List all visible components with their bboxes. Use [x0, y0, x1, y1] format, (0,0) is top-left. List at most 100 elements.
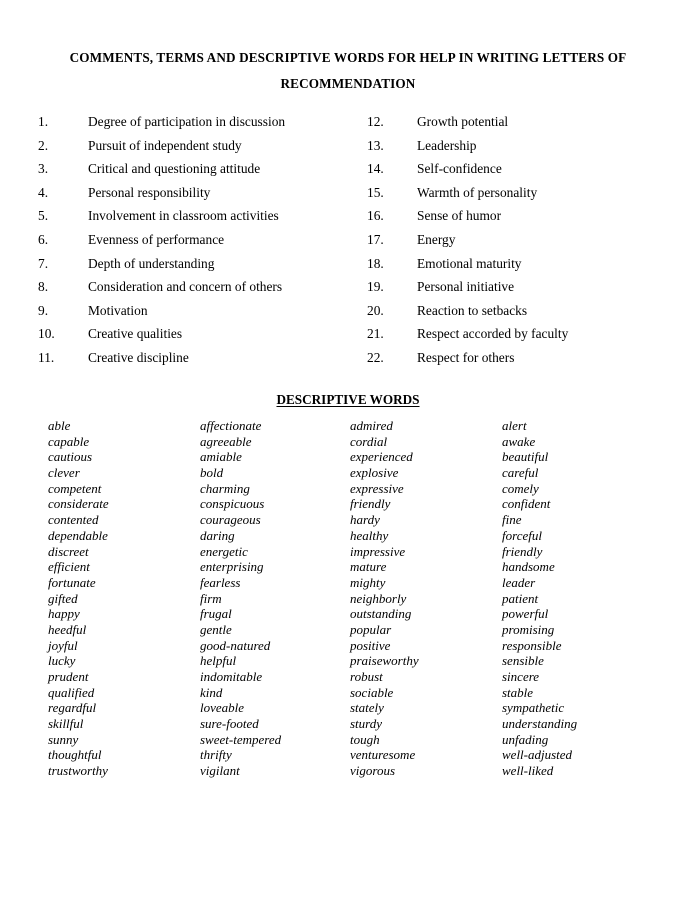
list-item-number: 13.: [367, 137, 384, 153]
list-item: 10. Creative qualities: [38, 322, 285, 346]
descriptive-word: daring: [200, 527, 235, 543]
descriptive-words-section: able capable cautious clever competent consid…: [0, 418, 696, 788]
list-item: 13. Leadership: [367, 134, 568, 158]
list-item-label: Self-confidence: [417, 161, 502, 177]
descriptive-word: dependable: [48, 527, 108, 543]
descriptive-word: experienced: [350, 449, 413, 465]
descriptive-word: praiseworthy: [350, 653, 419, 669]
descriptive-word: vigilant: [200, 763, 240, 779]
descriptive-word: capable: [48, 433, 90, 449]
descriptive-word: promising: [502, 621, 555, 637]
list-item-number: 19.: [367, 279, 384, 295]
descriptive-words-column-4: alert awake beautiful careful comely confiden…: [502, 418, 577, 779]
list-item-number: 20.: [367, 302, 384, 318]
descriptive-word: affectionate: [200, 418, 262, 433]
list-item: 9. Motivation: [38, 299, 285, 323]
list-item-label: Depth of understanding: [88, 255, 215, 271]
descriptive-word: understanding: [502, 716, 578, 732]
descriptive-word: happy: [48, 606, 80, 622]
list-item: 1. Degree of participation in discussion: [38, 110, 285, 134]
descriptive-word: sociable: [350, 684, 394, 700]
descriptive-word: sturdy: [350, 716, 383, 732]
descriptive-word: agreeable: [200, 433, 252, 449]
descriptive-word: kind: [200, 684, 223, 700]
descriptive-word: loveable: [200, 700, 245, 716]
list-item: 5. Involvement in classroom activities: [38, 204, 285, 228]
descriptive-word: sweet-tempered: [200, 731, 282, 747]
descriptive-word: impressive: [350, 543, 406, 559]
descriptive-word: handsome: [502, 559, 555, 575]
descriptive-word: efficient: [48, 559, 90, 575]
list-item-label: Respect accorded by faculty: [417, 326, 569, 342]
descriptive-word: heedful: [48, 621, 87, 637]
descriptive-word: forceful: [502, 527, 542, 543]
descriptive-word: qualified: [48, 684, 95, 700]
list-item-label: Emotional maturity: [417, 255, 522, 271]
descriptive-word: sunny: [48, 731, 79, 747]
list-item: 22. Respect for others: [367, 346, 568, 370]
descriptive-words-column-1: able capable cautious clever competent consid…: [48, 418, 109, 779]
page-title-line-2: RECOMMENDATION: [280, 75, 416, 91]
list-item-number: 5.: [38, 208, 49, 224]
list-item: 2. Pursuit of independent study: [38, 134, 285, 158]
descriptive-word: sincere: [502, 669, 540, 684]
list-item-label: Consideration and concern of others: [88, 279, 283, 295]
list-item: 19. Personal initiative: [367, 275, 568, 299]
list-item-label: Creative discipline: [88, 349, 189, 365]
descriptive-word: amiable: [200, 449, 242, 465]
descriptive-word: sensible: [502, 653, 544, 669]
descriptive-word: robust: [350, 669, 383, 684]
list-item: 15. Warmth of personality: [367, 181, 568, 205]
descriptive-word: discreet: [48, 543, 89, 559]
list-item-number: 15.: [367, 184, 384, 200]
descriptive-word: awake: [502, 433, 536, 449]
descriptive-word: clever: [48, 465, 80, 481]
descriptive-word: contented: [48, 512, 99, 528]
list-item-number: 3.: [38, 161, 49, 177]
descriptive-word: vigorous: [350, 763, 396, 779]
page-title-line-1: COMMENTS, TERMS AND DESCRIPTIVE WORDS FO…: [69, 49, 627, 65]
descriptive-word: healthy: [350, 527, 389, 543]
list-item-number: 8.: [38, 279, 49, 295]
list-item: 14. Self-confidence: [367, 157, 568, 181]
descriptive-word: stable: [502, 684, 534, 700]
page-title: COMMENTS, TERMS AND DESCRIPTIVE WORDS FO…: [48, 45, 648, 97]
descriptive-word: responsible: [502, 637, 562, 653]
descriptive-word: confident: [502, 496, 551, 512]
descriptive-word: considerate: [48, 496, 109, 512]
list-item-number: 7.: [38, 255, 49, 271]
list-item: 12. Growth potential: [367, 110, 568, 134]
descriptive-word: frugal: [200, 606, 232, 622]
descriptive-word: fortunate: [48, 574, 96, 590]
list-item-number: 1.: [38, 114, 49, 129]
list-item-label: Evenness of performance: [88, 231, 225, 247]
descriptive-word: stately: [350, 700, 384, 716]
descriptive-word: comely: [502, 480, 539, 496]
list-item-number: 14.: [367, 161, 384, 177]
numbered-list-right-column: 12. Growth potential 13. Leadership 14. Self-…: [367, 110, 568, 370]
list-item-label: Creative qualities: [88, 326, 183, 342]
list-item-label: Critical and questioning attitude: [88, 161, 261, 177]
descriptive-word: beautiful: [502, 449, 549, 465]
list-item-label: Involvement in classroom activities: [88, 208, 279, 224]
list-item: 18. Emotional maturity: [367, 252, 568, 276]
descriptive-word: skillful: [48, 716, 84, 732]
descriptive-word: outstanding: [350, 606, 412, 622]
descriptive-words-heading-text: DESCRIPTIVE WORDS: [276, 392, 420, 407]
list-item-number: 4.: [38, 184, 49, 200]
descriptive-word: venturesome: [350, 747, 416, 763]
descriptive-word: leader: [502, 574, 536, 590]
descriptive-word: energetic: [200, 543, 248, 559]
numbered-list-section: 1. Degree of participation in discussion 2…: [0, 110, 696, 370]
descriptive-word: admired: [350, 418, 393, 433]
descriptive-word: neighborly: [350, 590, 407, 606]
list-item-number: 21.: [367, 326, 384, 342]
descriptive-word: mighty: [350, 574, 386, 590]
numbered-list-left-column: 1. Degree of participation in discussion 2…: [38, 110, 285, 370]
list-item: 4. Personal responsibility: [38, 181, 285, 205]
descriptive-word: careful: [502, 465, 539, 481]
descriptive-word: gentle: [200, 621, 232, 637]
list-item: 11. Creative discipline: [38, 346, 285, 370]
descriptive-word: cordial: [350, 433, 388, 449]
list-item-label: Personal initiative: [417, 279, 515, 295]
